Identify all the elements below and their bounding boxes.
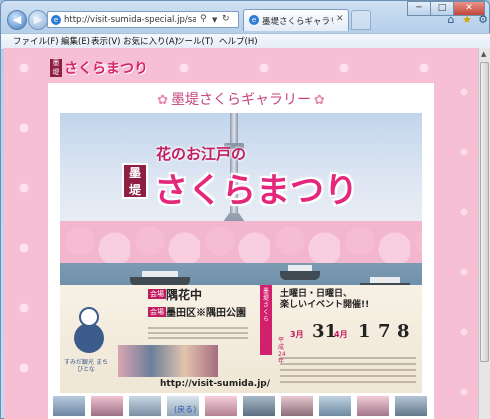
vertical-scrollbar[interactable]: ▲ xyxy=(478,48,490,419)
detail-line xyxy=(148,327,248,329)
menu-file[interactable]: ファイル(F) xyxy=(13,35,59,47)
home-icon[interactable]: ⌂ xyxy=(444,13,458,27)
detail-line xyxy=(280,375,416,377)
logo-badge: 墨堤 xyxy=(50,59,62,77)
gallery-thumbnail[interactable] xyxy=(128,395,162,417)
date-day: 8 xyxy=(397,321,410,342)
page-title: 墨堤さくらギャラリー xyxy=(171,92,311,108)
address-bar[interactable]: e http://visit-sumida-special.jp/sakura/… xyxy=(47,11,239,28)
back-arrow-icon: ◀ xyxy=(12,13,22,26)
refresh-icon[interactable]: ↻ xyxy=(222,14,230,24)
menu-edit[interactable]: 編集(E) xyxy=(61,35,90,47)
detail-line xyxy=(280,357,416,359)
poster-info-panel: すみだ観光 まちびとな 会場 隅花中 会場 墨田区※隅田公園 http://vi… xyxy=(60,285,422,393)
mascot-head xyxy=(79,307,99,327)
menu-favorites[interactable]: お気に入り(A) xyxy=(123,35,178,47)
forward-button[interactable]: ▶ xyxy=(28,10,48,30)
detail-line xyxy=(280,369,416,371)
poster-badge: 墨堤 xyxy=(122,163,148,199)
gallery-thumbnail[interactable] xyxy=(318,395,352,417)
logo-text: さくらまつり xyxy=(64,61,148,77)
gallery-thumbnail[interactable] xyxy=(90,395,124,417)
venue-name: 墨田区※隅田公園 xyxy=(166,308,246,319)
mascot-caption: すみだ観光 まちびとな xyxy=(64,359,108,373)
mascot-body xyxy=(74,323,104,353)
search-icon[interactable]: ⚲ xyxy=(200,14,207,24)
date-day: 1 xyxy=(358,321,371,342)
date-month-march: 3月 xyxy=(290,330,304,339)
tab-sakura-gallery[interactable]: e 墨堤さくらギャラリー | ... ✕ xyxy=(243,9,349,31)
url-text[interactable]: http://visit-sumida-special.jp/sakura/sa… xyxy=(64,15,196,25)
back-button[interactable]: ◀ xyxy=(7,10,27,30)
content-panel: ✿ 墨堤さくらギャラリー ✿ 花のお江戸の 墨堤 さくらまつり すみだ観光 まち… xyxy=(48,83,434,419)
mascot-illustration xyxy=(74,307,104,359)
date-month-april: 4月 xyxy=(334,330,348,339)
venue-tag: 会場 xyxy=(148,289,166,299)
gallery-thumbnail[interactable] xyxy=(394,395,428,417)
web-page: 墨堤 さくらまつり ✿ 墨堤さくらギャラリー ✿ 花のお江戸の 墨堤 さくらまつ… xyxy=(4,48,478,419)
close-tab-icon[interactable]: ✕ xyxy=(336,14,344,24)
minimize-button[interactable]: ─ xyxy=(407,1,431,16)
schedule-details xyxy=(280,355,416,387)
venue-details xyxy=(148,327,248,343)
poster-subtitle: 花のお江戸の xyxy=(156,145,247,163)
tab-favicon-icon: e xyxy=(249,15,259,25)
gallery-thumbnail[interactable] xyxy=(52,395,86,417)
menu-tools[interactable]: ツール(T) xyxy=(176,35,213,47)
scrollbar-thumb[interactable] xyxy=(480,62,489,362)
scroll-up-icon[interactable]: ▲ xyxy=(481,50,486,58)
gallery-thumbnail[interactable] xyxy=(280,395,314,417)
poster-title: さくらまつり xyxy=(154,171,358,211)
detail-line xyxy=(280,363,416,365)
detail-line xyxy=(148,332,248,334)
gallery-header: ✿ 墨堤さくらギャラリー ✿ xyxy=(48,89,434,109)
poster-url: http://visit-sumida.jp/ xyxy=(160,379,271,389)
forward-arrow-icon: ▶ xyxy=(33,13,43,26)
event-ribbon: 墨堤さくら xyxy=(260,285,272,355)
new-tab-button[interactable] xyxy=(351,10,371,30)
event-headline: 土曜日・日曜日、 楽しいイベント開催!! xyxy=(280,289,369,311)
detail-line xyxy=(280,381,416,383)
festival-photo xyxy=(118,345,218,377)
thumbnail-strip xyxy=(48,395,434,417)
cherry-blossom-icon: ✿ xyxy=(313,93,325,108)
detail-line xyxy=(148,337,248,339)
venue-tag: 会場 xyxy=(148,307,166,317)
chevron-down-icon[interactable]: ▼ xyxy=(212,16,217,24)
event-headline-line2: 楽しいイベント開催!! xyxy=(280,300,370,310)
gear-icon[interactable]: ⚙ xyxy=(476,13,490,27)
tab-title: 墨堤さくらギャラリー | ... xyxy=(262,17,334,27)
back-link[interactable]: (戻る) xyxy=(174,404,196,415)
menu-view[interactable]: 表示(V) xyxy=(91,35,120,47)
gallery-thumbnail[interactable] xyxy=(356,395,390,417)
festival-poster[interactable]: 花のお江戸の 墨堤 さくらまつり すみだ観光 まちびとな 会場 隅花中 会場 墨… xyxy=(60,113,422,393)
date-day: 7 xyxy=(378,321,391,342)
menu-help[interactable]: ヘルプ(H) xyxy=(219,35,258,47)
event-headline-line1: 土曜日・日曜日、 xyxy=(280,289,353,299)
gallery-thumbnail[interactable] xyxy=(204,395,238,417)
site-favicon-icon: e xyxy=(51,15,61,25)
gallery-thumbnail[interactable] xyxy=(242,395,276,417)
boat xyxy=(280,265,320,280)
venue-name: 隅花中 xyxy=(166,288,203,302)
cherry-blossom-icon: ✿ xyxy=(157,93,169,108)
star-icon[interactable]: ★ xyxy=(460,13,474,27)
